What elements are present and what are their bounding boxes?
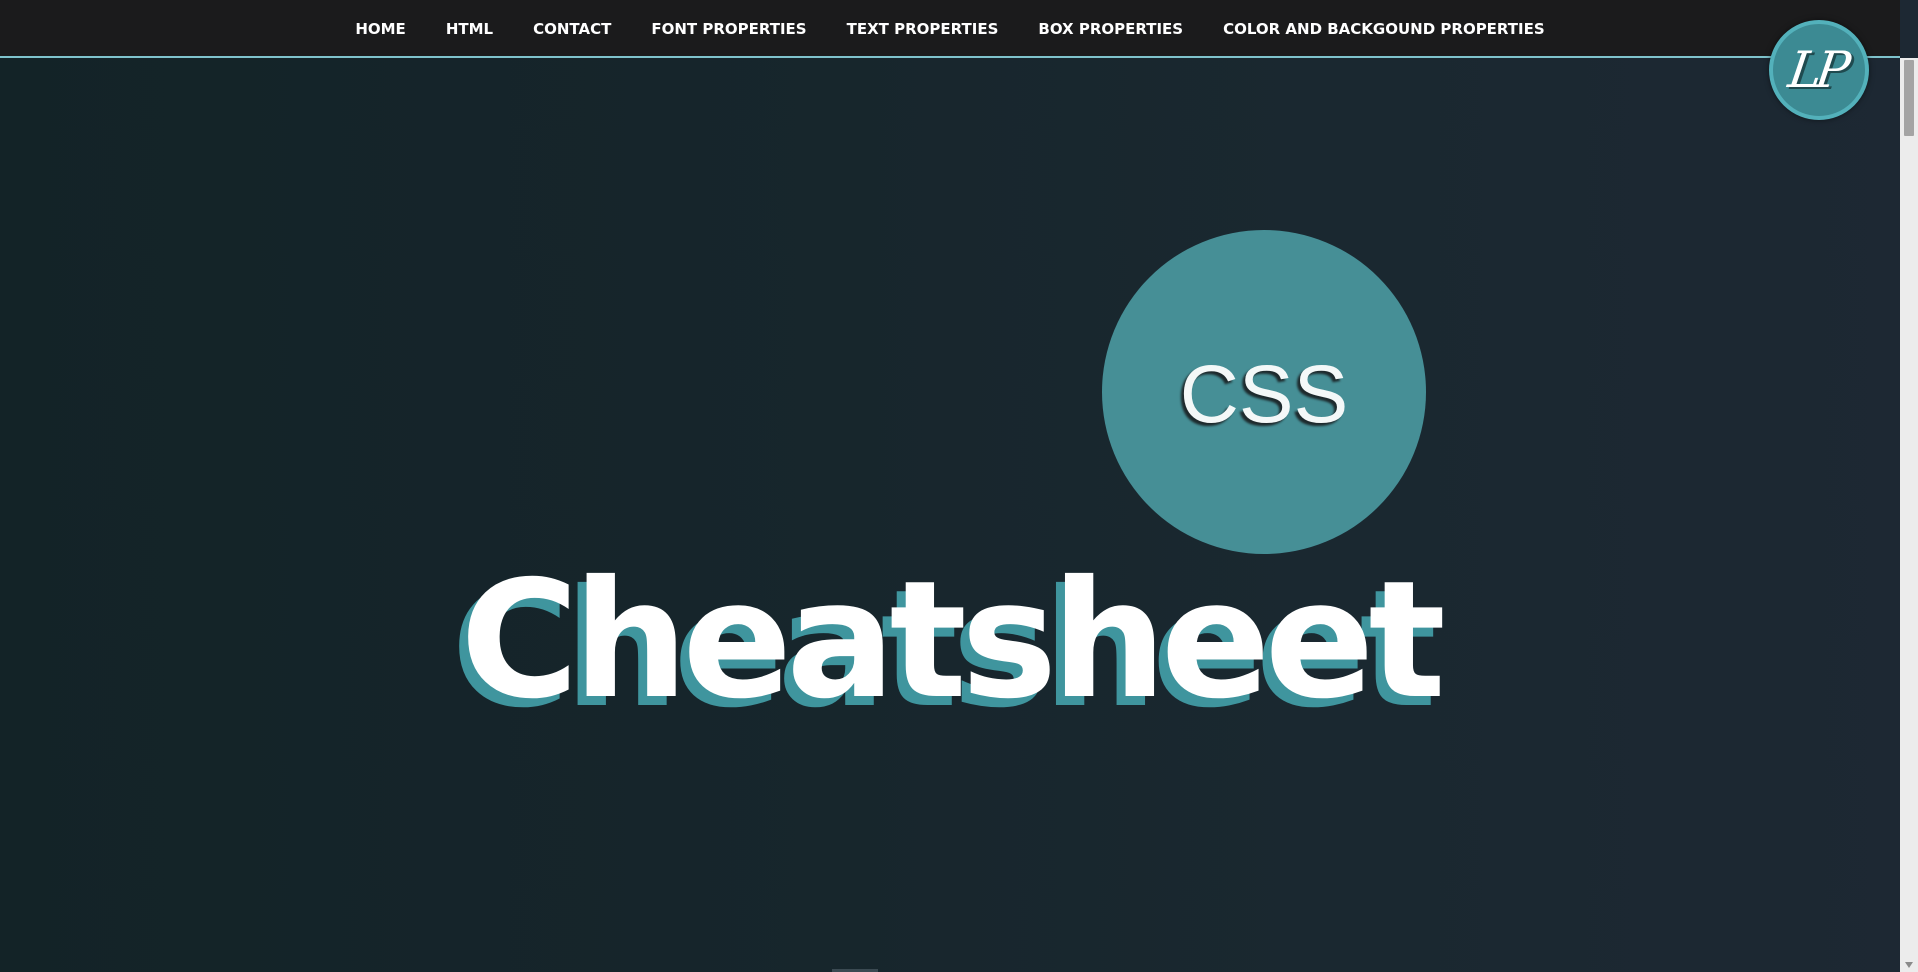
hero-title: Cheatsheet	[460, 547, 1446, 735]
nav-links: HOME HTML CONTACT FONT PROPERTIES TEXT P…	[0, 0, 1900, 58]
lp-logo[interactable]: LP	[1769, 20, 1869, 120]
scroll-down-arrow-icon[interactable]	[1905, 962, 1913, 968]
nav-link-box-properties[interactable]: BOX PROPERTIES	[1038, 20, 1183, 38]
nav-link-font-properties[interactable]: FONT PROPERTIES	[651, 20, 806, 38]
scrollbar-thumb[interactable]	[1904, 60, 1914, 136]
top-navbar: HOME HTML CONTACT FONT PROPERTIES TEXT P…	[0, 0, 1900, 58]
nav-link-color-background-properties[interactable]: COLOR AND BACKGOUND PROPERTIES	[1223, 20, 1545, 38]
css-badge-text: CSS	[1179, 349, 1349, 440]
vertical-scrollbar[interactable]	[1900, 58, 1918, 972]
css-badge: CSS	[1102, 230, 1426, 554]
nav-link-contact[interactable]: CONTACT	[533, 20, 611, 38]
nav-link-home[interactable]: HOME	[355, 20, 405, 38]
nav-link-html[interactable]: HTML	[446, 20, 493, 38]
logo-text: LP	[1784, 41, 1848, 99]
nav-link-text-properties[interactable]: TEXT PROPERTIES	[847, 20, 999, 38]
